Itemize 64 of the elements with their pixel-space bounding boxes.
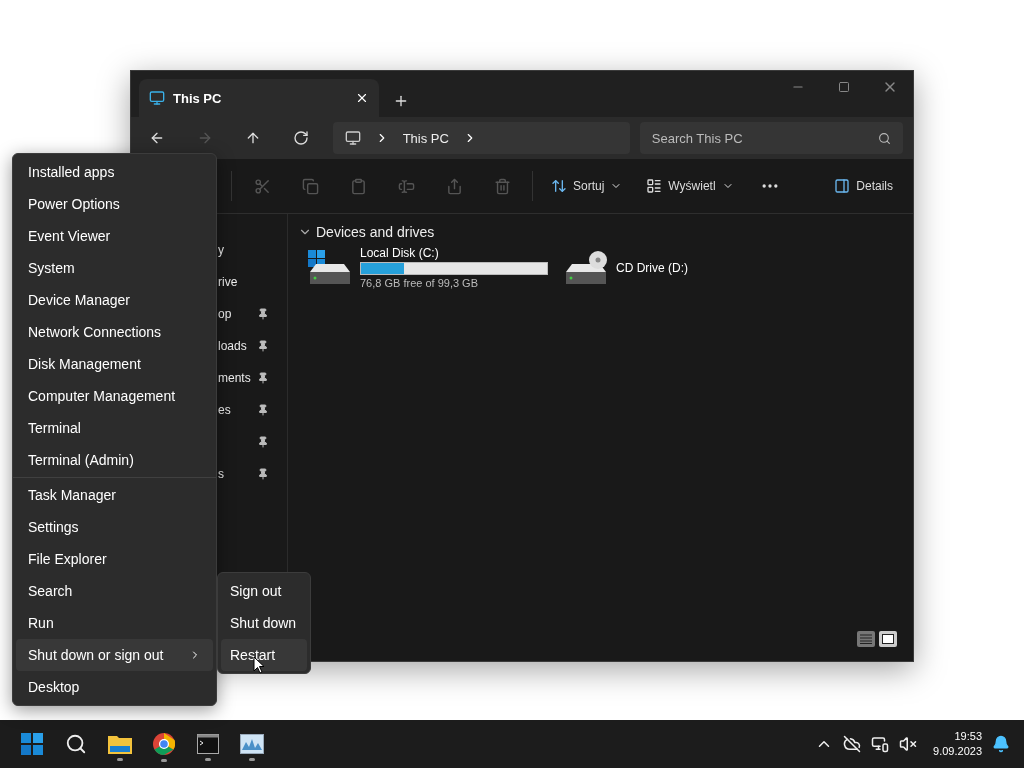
close-tab-icon[interactable] (355, 91, 369, 105)
browser-icon[interactable] (153, 733, 175, 755)
sidebar-item[interactable]: y (218, 243, 224, 257)
view-icon (646, 178, 663, 194)
sidebar-item[interactable]: rive (218, 275, 238, 289)
menu-item[interactable]: Settings (16, 511, 213, 543)
menu-item[interactable]: Network Connections (16, 316, 213, 348)
notification-bell-icon[interactable] (992, 735, 1010, 753)
search-icon (878, 131, 891, 145)
cloud-off-icon[interactable] (843, 735, 862, 753)
drive-space: 76,8 GB free of 99,3 GB (360, 277, 479, 289)
drive-name[interactable]: Local Disk (C:) (360, 246, 548, 260)
menu-item[interactable]: Installed apps (16, 156, 213, 188)
search-icon[interactable] (65, 733, 87, 755)
network-icon[interactable] (871, 735, 890, 753)
menu-item[interactable]: System (16, 252, 213, 284)
start-icon (21, 733, 43, 755)
section-title: Devices and drives (316, 224, 435, 240)
maximize-icon[interactable] (838, 81, 850, 93)
menu-item[interactable]: Search (16, 575, 213, 607)
menu-item[interactable]: Terminal (16, 412, 213, 444)
sort-icon (551, 178, 567, 194)
menu-item[interactable]: Power Options (16, 188, 213, 220)
refresh-icon[interactable] (292, 130, 309, 146)
folder-icon[interactable] (108, 734, 132, 754)
view-button[interactable]: Wyświetl (640, 170, 740, 202)
menu-item[interactable]: Disk Management (16, 348, 213, 380)
menu-item[interactable]: Restart (221, 639, 307, 671)
sidebar-item[interactable]: loads (218, 339, 247, 353)
menu-item[interactable]: File Explorer (16, 543, 213, 575)
menu-item[interactable]: Task Manager (16, 479, 213, 511)
window-tab[interactable]: This PC (139, 79, 379, 117)
breadcrumb-item[interactable]: This PC (402, 130, 449, 146)
sidebar-item[interactable]: s (218, 467, 224, 481)
volume-muted-icon[interactable] (899, 735, 918, 753)
tab-title: This PC (173, 90, 223, 106)
menu-item[interactable]: Computer Management (16, 380, 213, 412)
menu-item[interactable]: Event Viewer (16, 220, 213, 252)
sidebar-item[interactable]: es (218, 403, 231, 417)
computer-icon (344, 130, 361, 146)
menu-item[interactable]: Run (16, 607, 213, 639)
details-view-button[interactable] (857, 631, 875, 647)
drive-name[interactable]: CD Drive (D:) (616, 260, 688, 275)
chart-window-icon[interactable] (240, 734, 264, 754)
clock[interactable]: 19:53 9.09.2023 (933, 729, 982, 759)
details-pane-icon (834, 178, 851, 194)
menu-item[interactable]: Shut down or sign out (16, 639, 213, 671)
large-icons-view-button[interactable] (879, 631, 897, 647)
sidebar-item[interactable]: op (218, 307, 232, 321)
menu-item[interactable]: Shut down (221, 607, 307, 639)
search-field[interactable]: Search This PC (639, 122, 903, 154)
menu-item[interactable]: Desktop (16, 671, 213, 703)
address-bar[interactable]: This PC (332, 122, 630, 154)
new-tab-icon[interactable] (393, 93, 409, 109)
sort-button[interactable]: Sortuj (545, 170, 629, 202)
details-button[interactable]: Details (828, 170, 899, 202)
menu-item[interactable]: Terminal (Admin) (16, 444, 213, 476)
sidebar-item[interactable]: ments (218, 371, 251, 385)
terminal-icon[interactable] (197, 734, 219, 754)
cd-drive-icon (564, 249, 608, 286)
computer-icon (149, 90, 165, 106)
hard-drive-icon (308, 249, 352, 286)
menu-item[interactable]: Device Manager (16, 284, 213, 316)
menu-item[interactable]: Sign out (221, 575, 307, 607)
